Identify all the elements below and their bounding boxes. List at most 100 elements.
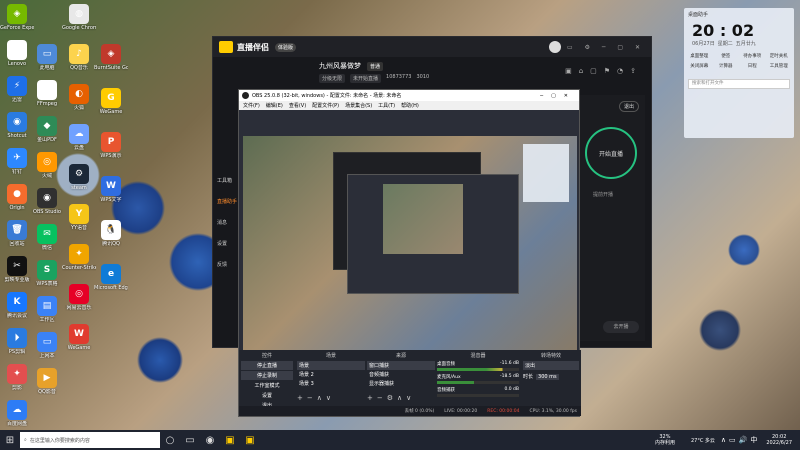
menu-profile[interactable]: 配置文件(P) [312, 102, 339, 109]
app-icon: ◍ [69, 4, 89, 24]
mixer-channel: 音频捕获 0.0 dB [437, 387, 519, 397]
tool-item[interactable]: 定时关机 [768, 53, 791, 59]
tray-icons[interactable]: ∧▭🔊中 [721, 435, 760, 445]
start-icon[interactable]: ⊞ [0, 430, 20, 450]
volume-meter[interactable] [437, 381, 519, 384]
desktop-icon[interactable]: W WPS文字 [94, 176, 128, 203]
source-item[interactable]: 显示器捕获 [367, 379, 435, 388]
app-icon: ✂ [7, 256, 27, 276]
tool-item[interactable]: 便签 [715, 53, 738, 59]
widget-search[interactable]: 搜索和打开文件 [688, 79, 790, 89]
desktop-icon[interactable]: P WPS演示 [94, 132, 128, 159]
tool-item[interactable]: 关闭屏幕 [688, 63, 711, 69]
desktop-icon[interactable]: Y YY语音 [62, 204, 96, 231]
desktop-icon[interactable]: ◍Google Chrome [62, 4, 96, 31]
scene-item[interactable]: 场景 3 [297, 379, 365, 388]
tool-item[interactable]: 日程 [741, 63, 764, 69]
desktop-icon[interactable]: ◎ 网易云音乐 [62, 284, 96, 311]
tool-item[interactable]: 工具管理 [768, 63, 791, 69]
desktop-icon[interactable]: ▭ 上网本 [30, 332, 64, 359]
start-live-button[interactable]: 开始直播 [585, 127, 637, 179]
studio-mode-button[interactable]: 工作室模式 [241, 381, 293, 390]
widgets-icon[interactable]: ▭ [180, 430, 200, 450]
desktop-icon[interactable]: ▭ 此电脑 [30, 44, 64, 71]
desktop-icon[interactable]: ✂ 剪映专业版 [0, 256, 34, 283]
desktop-icon-label: 剪影 [11, 385, 22, 391]
scene-item[interactable]: 场景 [297, 361, 365, 370]
menu-edit[interactable]: 编辑(E) [266, 102, 283, 109]
desktop-icon[interactable]: ✦Counter-Strike Global Offensive [62, 244, 96, 271]
desktop-icon[interactable]: ◉ Shotcut [0, 112, 34, 139]
exit-button[interactable]: 退出 [618, 101, 639, 112]
obs-preview[interactable] [243, 136, 577, 368]
volume-meter[interactable] [437, 368, 519, 371]
desktop-icon[interactable]: G WeGame [94, 88, 128, 115]
scene-toolbar[interactable]: +−∧∨ [297, 394, 365, 402]
mixer-title: 混音器 [470, 353, 486, 359]
taskbar-search[interactable]: ⌕ 在这里输入你要搜索的内容 [20, 432, 160, 448]
transition-select[interactable]: 淡出 [523, 361, 579, 370]
desktop-icon[interactable]: ✦ 剪影 [0, 364, 34, 391]
desktop-icon[interactable]: ⚙ steam [62, 164, 96, 191]
scene-item[interactable]: 场景 2 [297, 370, 365, 379]
task-view-icon[interactable]: ○ [160, 430, 180, 450]
desktop-icon[interactable]: e Microsoft Edge [94, 264, 128, 291]
preview-button[interactable]: 去开播 [603, 321, 639, 333]
obs-taskbar-icon[interactable]: ◉ [200, 430, 220, 450]
weather[interactable]: 27°C 多云 [691, 437, 715, 444]
desktop-icon[interactable]: ◉ OBS Studio [30, 188, 64, 215]
menu-tools[interactable]: 工具(T) [378, 102, 395, 109]
obs-window-controls[interactable]: ─▢✕ [540, 93, 576, 99]
desktop-icon[interactable]: W WeGame [62, 324, 96, 351]
tool-item[interactable]: 待办事项 [741, 53, 764, 59]
desktop-icon[interactable]: ▣ Lenovo [0, 40, 34, 67]
taskbar-clock[interactable]: 20:02 2022/6/27 [766, 434, 792, 446]
desktop-icon[interactable]: ▤ 工作区 [30, 296, 64, 323]
desktop-icon[interactable]: ✈ 钉钉 [0, 148, 34, 175]
desktop-icon[interactable]: ♪ QQ音乐 [62, 44, 96, 71]
live-toolbar-icons[interactable]: ▣⌂▢⚑◔⇪ [565, 67, 643, 75]
app-taskbar-icon[interactable]: ▣ [240, 430, 260, 450]
desktop-icon[interactable]: ⚡ 迅雷 [0, 76, 34, 103]
avatar[interactable] [549, 41, 561, 53]
stop-stream-button[interactable]: 停止直播 [241, 361, 293, 370]
source-toolbar[interactable]: +−⚙∧∨ [367, 394, 435, 402]
app-icon: ✈ [7, 148, 27, 168]
desktop-icon[interactable]: 🐧 腾讯QQ [94, 220, 128, 247]
volume-meter[interactable] [437, 394, 519, 397]
desktop-icon[interactable]: ▲ FFmpeg [30, 80, 64, 107]
desktop-icon[interactable]: ◈GeForce Experience [0, 4, 34, 31]
desktop-icon-label: WPS文字 [100, 197, 122, 203]
desktop-icon[interactable]: ◈ BurntSuite Go [94, 44, 128, 71]
desktop-icon[interactable]: ▶ QQ影音 [30, 368, 64, 395]
app-icon: ◈ [101, 44, 121, 64]
menu-view[interactable]: 查看(V) [289, 102, 306, 109]
desktop-icon[interactable]: ◐ 火狐 [62, 84, 96, 111]
desktop-icon[interactable]: ● Origin [0, 184, 34, 211]
app-icon: W [101, 176, 121, 196]
desktop-icon[interactable]: K 腾讯会议 [0, 292, 34, 319]
tool-item[interactable]: 桌面整理 [688, 53, 711, 59]
desktop-icon[interactable]: S WPS表格 [30, 260, 64, 287]
menu-help[interactable]: 帮助(H) [401, 102, 419, 109]
desktop-icon[interactable]: ⏵ PS剪辑 [0, 328, 34, 355]
app-icon: ⚡ [7, 76, 27, 96]
settings-button[interactable]: 设置 [241, 391, 293, 400]
window-controls[interactable]: ▭ ⚙ ─ ▢ ✕ [567, 44, 645, 51]
stop-recording-button[interactable]: 停止录制 [241, 371, 293, 380]
live-companion-taskbar-icon[interactable]: ▣ [220, 430, 240, 450]
source-item[interactable]: 窗口捕获 [367, 361, 435, 370]
desktop-icon[interactable]: 🗑 回收站 [0, 220, 34, 247]
menu-scene-collection[interactable]: 场景集合(S) [345, 102, 372, 109]
desktop-icon[interactable]: ☁ 云盘 [62, 124, 96, 151]
desktop-icon[interactable]: ☁ 百度网盘 [0, 400, 34, 427]
menu-file[interactable]: 文件(F) [243, 102, 260, 109]
desktop-icon[interactable]: ◎ 火绒 [30, 152, 64, 179]
source-item[interactable]: 音频捕获 [367, 370, 435, 379]
desktop-icon[interactable]: ✉ 微信 [30, 224, 64, 251]
duration-input[interactable]: 300 ms [536, 373, 559, 380]
desktop-icon[interactable]: ◆ 金山PDF [30, 116, 64, 143]
tool-item[interactable]: 计算器 [715, 63, 738, 69]
desktop-icon-label: GeForce Experience [0, 25, 34, 31]
desktop-icon-label: Lenovo [7, 61, 27, 67]
